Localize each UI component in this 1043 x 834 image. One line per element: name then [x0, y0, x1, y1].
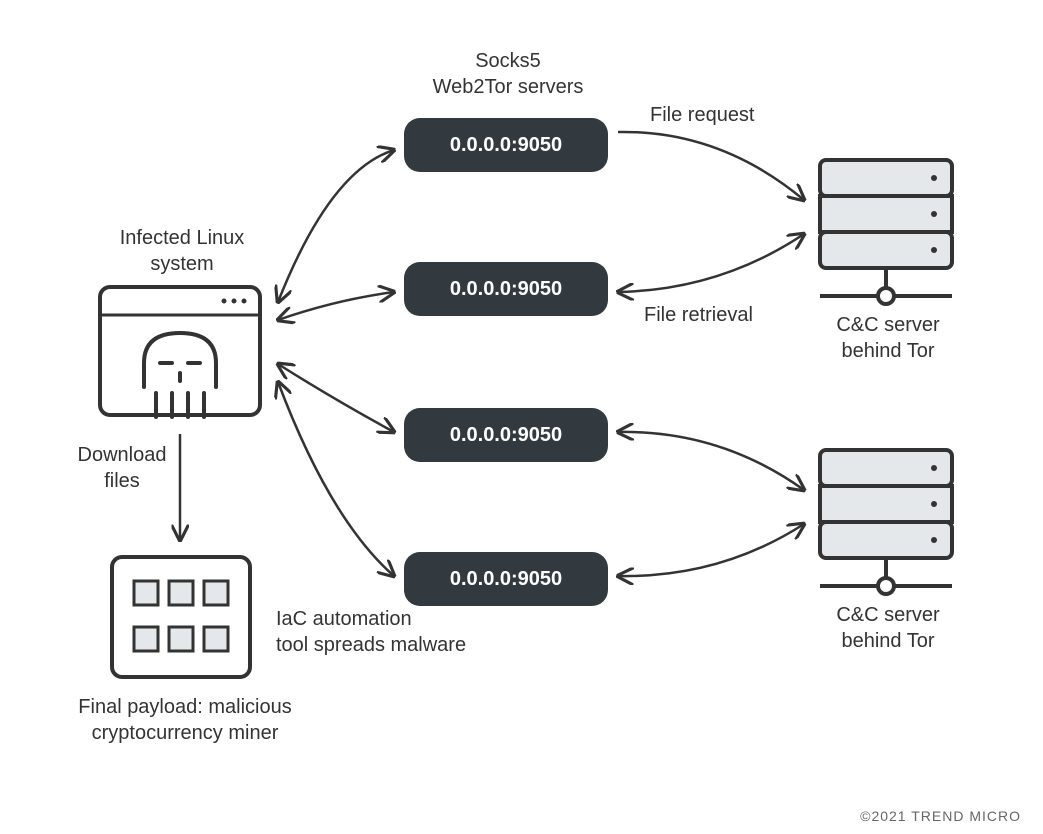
proxy-server-1: 0.0.0.0:9050 [404, 118, 608, 172]
proxy-ip-1: 0.0.0.0:9050 [450, 134, 562, 157]
payload-line1: Final payload: malicious [78, 696, 291, 718]
proxy-ip-4: 0.0.0.0:9050 [450, 568, 562, 591]
cc2-line1: C&C server [836, 604, 939, 626]
infected-linux-icon [96, 283, 264, 419]
proxy-server-2: 0.0.0.0:9050 [404, 262, 608, 316]
file-request-label: File request [650, 102, 780, 128]
proxy-server-3: 0.0.0.0:9050 [404, 408, 608, 462]
iac-label: IaC automation tool spreads malware [276, 606, 486, 658]
socks5-line1: Socks5 [475, 50, 541, 72]
proxy-ip-3: 0.0.0.0:9050 [450, 424, 562, 447]
cc-server-label-1: C&C server behind Tor [820, 312, 956, 364]
file-retrieval-label: File retrieval [644, 302, 784, 328]
infected-line2: system [150, 253, 213, 275]
payload-line2: cryptocurrency miner [92, 722, 279, 744]
socks5-line2: Web2Tor servers [433, 76, 584, 98]
payload-label: Final payload: malicious cryptocurrency … [60, 694, 310, 746]
cc1-line2: behind Tor [841, 340, 934, 362]
socks5-label: Socks5 Web2Tor servers [400, 48, 616, 100]
payload-icon [108, 553, 254, 681]
iac-line1: IaC automation [276, 608, 412, 630]
proxy-server-4: 0.0.0.0:9050 [404, 552, 608, 606]
cc1-line1: C&C server [836, 314, 939, 336]
download-line2: files [104, 470, 140, 492]
cc-server-icon-1 [816, 156, 956, 324]
proxy-ip-2: 0.0.0.0:9050 [450, 278, 562, 301]
cc2-line2: behind Tor [841, 630, 934, 652]
copyright-text: ©2021 TREND MICRO [860, 808, 1021, 824]
cc-server-label-2: C&C server behind Tor [820, 602, 956, 654]
cc-server-icon-2 [816, 446, 956, 614]
infected-line1: Infected Linux [120, 227, 245, 249]
download-line1: Download [78, 444, 167, 466]
download-files-label: Download files [62, 442, 182, 494]
infected-system-label: Infected Linux system [107, 225, 257, 277]
iac-line2: tool spreads malware [276, 634, 466, 656]
